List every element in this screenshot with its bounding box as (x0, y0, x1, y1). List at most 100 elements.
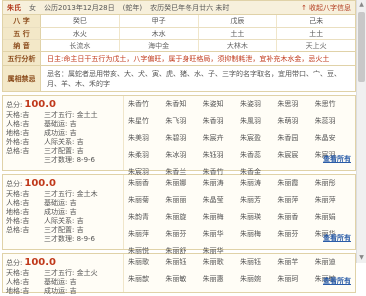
name-link[interactable]: 朱钰羽 (203, 150, 240, 160)
sancai-item: 三才数理: 8-9-6 (44, 235, 95, 243)
wuge-item: 总格:吉 (6, 147, 30, 155)
name-link[interactable]: 朱美羽 (128, 133, 165, 143)
name-link[interactable]: 朱香知 (165, 99, 202, 109)
name-link[interactable]: 朱丽华 (203, 229, 240, 239)
name-link[interactable]: 朱丽香 (128, 178, 165, 188)
score-row: 外格:吉 人际关系: 吉 (6, 138, 120, 147)
name-link[interactable]: 朱丽萍 (128, 229, 165, 239)
name-link[interactable]: 朱丽敏 (165, 274, 202, 284)
name-link[interactable]: 朱丽歌 (203, 257, 240, 267)
see-all-link[interactable]: 查看所有 (323, 276, 351, 286)
name-link[interactable]: 朱風羽 (240, 116, 277, 126)
wuxing-label: 五行分析 (3, 52, 41, 65)
name-link[interactable]: 朱思竹 (315, 99, 352, 109)
name-link[interactable]: 朱姿羽 (240, 99, 277, 109)
bazi-cell: 大林木 (199, 40, 278, 51)
sancai-item: 成功运: 吉 (44, 287, 77, 295)
score-row: 人格:吉 基础运: 吉 (6, 120, 120, 129)
name-link[interactable]: 朱丽钰 (165, 257, 202, 267)
name-link[interactable]: 朱香竹 (128, 99, 165, 109)
see-all-link[interactable]: 查看所有 (323, 233, 351, 243)
name-link[interactable]: 朱宸卉 (203, 133, 240, 143)
name-link[interactable]: 朱香蕊 (240, 150, 277, 160)
name-link[interactable]: 朱丽香 (277, 212, 314, 222)
name-link[interactable]: 朱丽娟 (315, 212, 352, 222)
bazi-cell: 木水 (120, 28, 199, 39)
sancai-item: 三才五行: 金土木 (44, 190, 98, 198)
bazi-cell: 戊辰 (199, 15, 278, 27)
zodiac-taboo-label: 属相禁忌 (3, 66, 41, 91)
score-row: 外格:吉 人际关系: 吉 (6, 217, 120, 226)
name-results: 总分: 100.0 天格:吉 三才五行: 金土土 人格:吉 基础运: 吉地格:吉 成功运: … (2, 95, 356, 295)
name-link[interactable]: 朱丽菊 (128, 195, 165, 205)
name-link[interactable]: 朱丽涛 (240, 178, 277, 188)
name-link[interactable]: 朱丽惠 (203, 274, 240, 284)
name-link[interactable]: 朱宸盈 (240, 133, 277, 143)
total-score: 总分: 100.0 (6, 178, 120, 189)
zodiac-taboo: 属相禁忌 忌名：属蛇者忌用带亥、大、犬、寅、虎、猪、水、子、三字的名字取名，宜用… (2, 66, 356, 92)
wuge-item: 外格:吉 (6, 138, 30, 146)
lunar-date: 农历癸巳年冬月廿六 未时 (150, 3, 230, 12)
name-link[interactable]: 朱丽迪 (315, 257, 352, 267)
name-link[interactable]: 朱冰羽 (165, 150, 202, 160)
shengxiao: (蛇年) (122, 3, 143, 12)
name-link[interactable]: 朱丽歌 (128, 257, 165, 267)
name-link[interactable]: 朱丽丽 (165, 195, 202, 205)
name-list-panel: 朱香竹 朱香知 朱姿知 朱姿羽 朱思羽 朱思竹 朱星竹 朱飞羽 朱香羽 朱風羽 朱萌羽 朱蕊羽 朱美羽朱… (123, 96, 355, 176)
score-row: 天格:吉 三才五行: 金土土 (6, 111, 120, 120)
name-link[interactable]: 朱碧羽 (165, 133, 202, 143)
name-link[interactable]: 朱宸宸 (277, 150, 314, 160)
name-link[interactable]: 朱思羽 (277, 99, 314, 109)
sancai-item: 人际关系: 吉 (44, 138, 84, 146)
name-link[interactable]: 朱丽萍 (315, 195, 352, 205)
surname: 朱氏 (7, 3, 21, 12)
score-row: 天格:吉 三才五行: 金土火 (6, 269, 120, 278)
see-all-link[interactable]: 查看所有 (323, 154, 351, 164)
name-link[interactable]: 朱韵青 (128, 212, 165, 222)
name-link[interactable]: 朱晶莹 (203, 195, 240, 205)
name-link[interactable]: 朱丽瑛 (240, 212, 277, 222)
name-link[interactable]: 朱丽歆 (128, 274, 165, 284)
score-row: 人格:吉 基础运: 吉 (6, 199, 120, 208)
bazi-cell: 癸巳 (41, 15, 120, 27)
name-link[interactable]: 朱丽婉 (240, 274, 277, 284)
name-result-card: 总分: 100.0 天格:吉 三才五行: 金土木 人格:吉 基础运: 吉地格:吉 成功运: … (2, 174, 356, 255)
scroll-down-icon[interactable]: ▼ (357, 253, 366, 263)
total-score-value: 100.0 (24, 99, 56, 110)
name-link[interactable]: 朱丽彤 (315, 178, 352, 188)
name-link[interactable]: 朱蕊羽 (315, 116, 352, 126)
name-link[interactable]: 朱丽霞 (277, 178, 314, 188)
name-link[interactable]: 朱丽芬 (165, 229, 202, 239)
collapse-info-button[interactable]: ↑ 收起八字信息 (301, 3, 351, 13)
name-link[interactable]: 朱丽梅 (240, 229, 277, 239)
name-link[interactable]: 朱晶安 (315, 133, 352, 143)
name-link[interactable]: 朱丽芊 (277, 257, 314, 267)
name-link[interactable]: 朱飞羽 (165, 116, 202, 126)
scroll-up-icon[interactable]: ▲ (357, 0, 366, 10)
score-panel: 总分: 100.0 天格:吉 三才五行: 金土火 人格:吉 基础运: 吉地格:吉 成功运: … (3, 254, 123, 295)
sancai-item: 基础运: 吉 (44, 278, 77, 286)
sancai-item: 三才配置: 吉 (44, 147, 84, 155)
name-link[interactable]: 朱丽芬 (277, 229, 314, 239)
name-link[interactable]: 朱姿知 (203, 99, 240, 109)
name-link[interactable]: 朱丽萍 (277, 195, 314, 205)
name-link[interactable]: 朱丽钰 (240, 257, 277, 267)
name-link[interactable]: 朱丽芳 (240, 195, 277, 205)
bazi-cell: 土土 (199, 28, 278, 39)
name-link[interactable]: 朱萌羽 (277, 116, 314, 126)
name-link[interactable]: 朱丽珂 (277, 274, 314, 284)
wuge-item (6, 156, 44, 165)
name-link[interactable]: 朱香羽 (203, 116, 240, 126)
name-link[interactable]: 朱星竹 (128, 116, 165, 126)
name-link[interactable]: 朱丽梅 (203, 212, 240, 222)
scrollbar[interactable]: ▲ ▼ (356, 0, 366, 263)
bazi-row: 纳 音 长流水 海中金 大林木 天上火 (3, 39, 355, 51)
bazi-cell: 天上火 (305, 42, 327, 50)
name-link[interactable]: 朱香园 (277, 133, 314, 143)
scrollbar-thumb[interactable] (358, 12, 365, 82)
name-link[interactable]: 朱丽涛 (203, 178, 240, 188)
score-row: 地格:吉 成功运: 吉 (6, 129, 120, 138)
name-link[interactable]: 朱丽娜 (165, 178, 202, 188)
name-link[interactable]: 朱柔羽 (128, 150, 165, 160)
name-link[interactable]: 朱丽旋 (165, 212, 202, 222)
